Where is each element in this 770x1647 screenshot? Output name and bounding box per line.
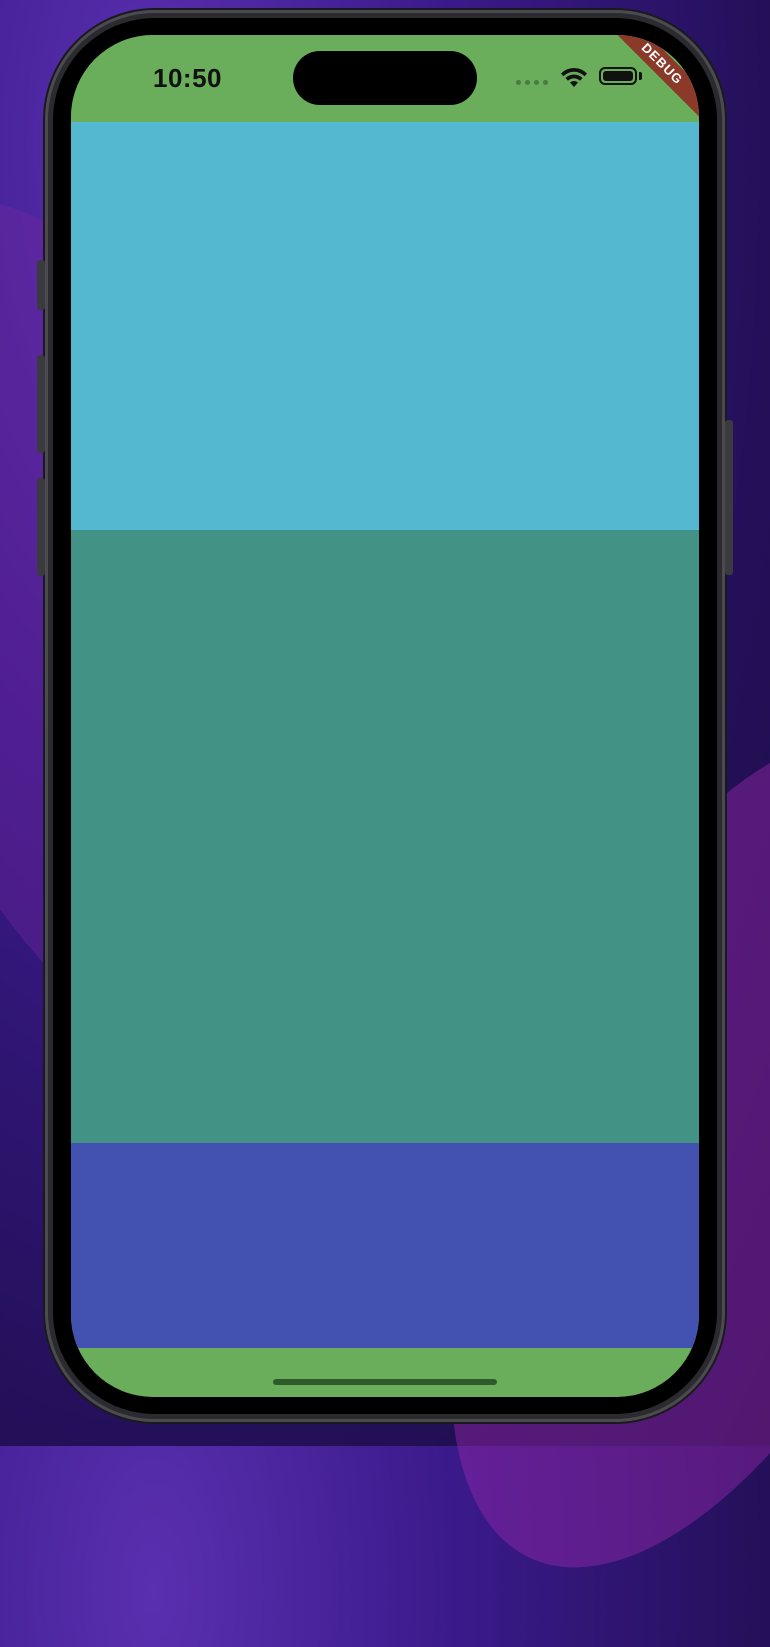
battery-icon xyxy=(599,67,637,85)
color-block-1 xyxy=(71,122,699,530)
dynamic-island xyxy=(293,51,477,105)
signal-dots-icon xyxy=(516,80,548,85)
status-bar: 10:50 DEBUG xyxy=(71,35,699,125)
action-button xyxy=(37,260,45,310)
power-button xyxy=(725,420,733,575)
volume-down-button xyxy=(37,478,45,576)
wifi-icon xyxy=(561,67,587,87)
volume-up-button xyxy=(37,355,45,453)
app-screen: 10:50 DEBUG xyxy=(71,35,699,1397)
home-indicator[interactable] xyxy=(273,1379,497,1385)
status-time: 10:50 xyxy=(153,63,222,93)
battery-cap xyxy=(639,72,642,80)
color-block-3 xyxy=(71,1143,699,1348)
color-block-2 xyxy=(71,530,699,1143)
